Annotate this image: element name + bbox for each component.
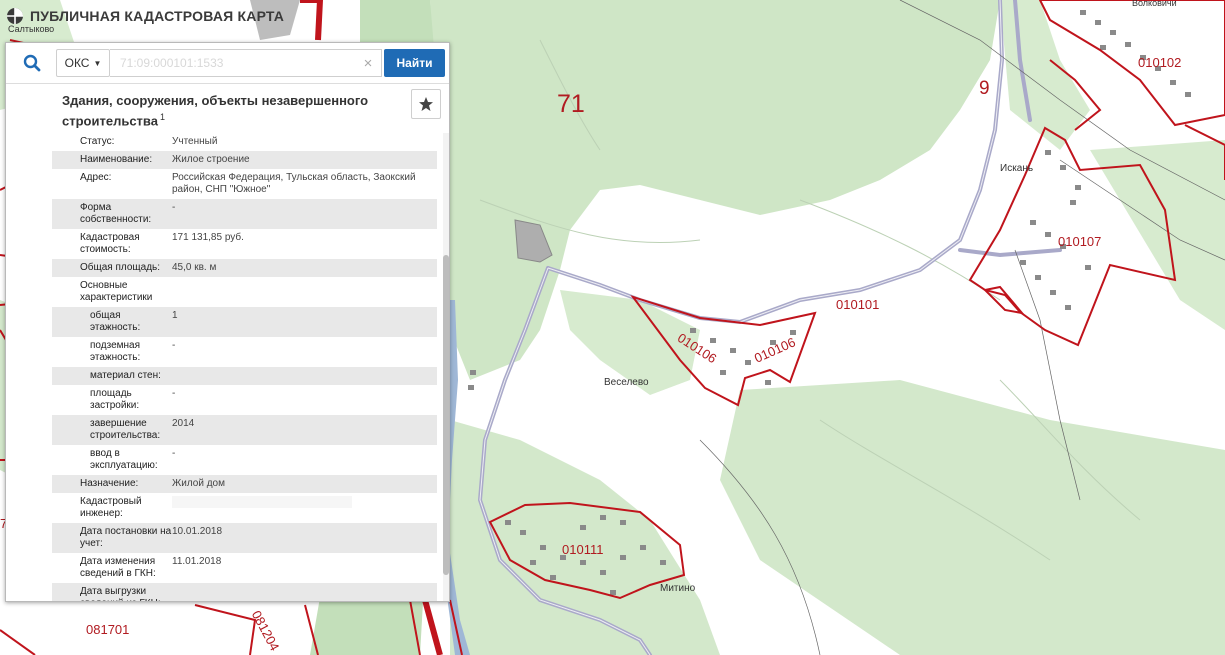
- property-label: Наименование:: [80, 154, 153, 165]
- property-value: Жилое строение: [172, 154, 250, 165]
- property-label: Дата выгрузки сведений из ГКН:: [80, 586, 161, 601]
- quarter-label-010102: 010102: [1138, 55, 1182, 70]
- property-label: Общая площадь:: [80, 262, 161, 273]
- property-value: 45,0 кв. м: [172, 262, 217, 273]
- favorite-button[interactable]: [411, 89, 441, 119]
- property-value: [172, 586, 437, 601]
- quarter-label-010101: 010101: [836, 297, 880, 312]
- property-label: Кадастровая стоимость:: [80, 232, 140, 255]
- property-row: Дата постановки на учет: 10.01.2018: [52, 523, 437, 553]
- property-label: материал стен:: [90, 370, 161, 381]
- property-row: Основные характеристики: [52, 277, 437, 307]
- cadastral-number-input[interactable]: [110, 49, 382, 77]
- properties-table: Статус: Учтенный Наименование: Жилое строен…: [52, 133, 437, 601]
- property-value: 11.01.2018: [172, 556, 222, 567]
- result-title: Здания, сооружения, объекты незавершенно…: [62, 93, 402, 129]
- property-value: Жилой дом: [172, 478, 225, 489]
- property-label: Форма собственности:: [80, 202, 152, 225]
- app-title: ПУБЛИЧНАЯ КАДАСТРОВАЯ КАРТА: [30, 8, 285, 24]
- property-value: -: [172, 388, 176, 399]
- property-label: площадь застройки:: [90, 388, 140, 411]
- property-label: завершение строительства:: [90, 418, 161, 441]
- property-row: ввод в эксплуатацию: -: [52, 445, 437, 475]
- property-value: -: [172, 202, 176, 213]
- property-value: [172, 370, 437, 382]
- place-label-veselevo: Веселево: [604, 377, 649, 388]
- property-row: Кадастровая стоимость: 171 131,85 руб.: [52, 229, 437, 259]
- star-icon: [419, 97, 433, 111]
- find-button[interactable]: Найти: [384, 49, 445, 77]
- property-label: Статус:: [80, 136, 115, 147]
- properties-scrollbar[interactable]: [443, 133, 449, 601]
- property-label: ввод в эксплуатацию:: [90, 448, 158, 471]
- property-row: Форма собственности: -: [52, 199, 437, 229]
- district-label-9: 9: [979, 78, 990, 99]
- property-label: Дата изменения сведений в ГКН:: [80, 556, 156, 579]
- property-row: Наименование: Жилое строение: [52, 151, 437, 169]
- property-label: Назначение:: [80, 478, 139, 489]
- property-label: Основные характеристики: [80, 280, 153, 303]
- property-row: Дата выгрузки сведений из ГКН:: [52, 583, 437, 601]
- property-row: материал стен:: [52, 367, 437, 385]
- clear-icon[interactable]: ×: [358, 53, 378, 73]
- property-value: Российская Федерация, Тульская область, …: [172, 172, 416, 195]
- place-label-iskan: Искань: [1000, 163, 1034, 174]
- quarter-label-010111: 010111: [562, 542, 604, 557]
- property-row: подземная этажность: -: [52, 337, 437, 367]
- property-label: Кадастровый инженер:: [80, 496, 142, 519]
- property-value: 1: [172, 310, 178, 321]
- property-row: Дата изменения сведений в ГКН: 11.01.2018: [52, 553, 437, 583]
- object-info-panel: ОКС ▼ × Найти Здания, сооружения, объект…: [5, 42, 450, 602]
- property-label: Адрес:: [80, 172, 112, 183]
- property-label: подземная этажность:: [90, 340, 141, 363]
- property-value: Учтенный: [172, 136, 218, 147]
- property-value: [172, 496, 437, 520]
- property-value: -: [172, 448, 176, 459]
- property-value: 2014: [172, 418, 195, 429]
- result-footnote: 1: [159, 112, 165, 122]
- property-value: [172, 280, 437, 304]
- district-label-71: 71: [557, 90, 585, 118]
- property-value: 171 131,85 руб.: [172, 232, 244, 243]
- redacted-value: [172, 496, 352, 508]
- quarter-label-010107: 010107: [1058, 234, 1102, 249]
- app-logo-icon: [7, 8, 23, 24]
- property-row: Адрес: Российская Федерация, Тульская обл…: [52, 169, 437, 199]
- property-row: Назначение: Жилой дом: [52, 475, 437, 493]
- property-row: Статус: Учтенный: [52, 133, 437, 151]
- place-label-volkovichi: Волковичи: [1132, 0, 1177, 8]
- chevron-down-icon: ▼: [93, 58, 102, 68]
- property-row: Кадастровый инженер:: [52, 493, 437, 523]
- property-row: площадь застройки: -: [52, 385, 437, 415]
- property-label: Дата постановки на учет:: [80, 526, 172, 549]
- quarter-label-081701-a: 081701: [86, 622, 130, 637]
- property-value: -: [172, 340, 176, 351]
- app-header: ПУБЛИЧНАЯ КАДАСТРОВАЯ КАРТА: [6, 5, 284, 27]
- object-type-value: ОКС: [64, 56, 90, 70]
- search-icon[interactable]: [16, 51, 48, 75]
- property-row: общая этажность: 1: [52, 307, 437, 337]
- result-title-text: Здания, сооружения, объекты незавершенно…: [62, 93, 369, 129]
- property-row: Общая площадь: 45,0 кв. м: [52, 259, 437, 277]
- property-row: завершение строительства: 2014: [52, 415, 437, 445]
- property-label: общая этажность:: [90, 310, 141, 333]
- scroll-thumb[interactable]: [443, 255, 449, 575]
- search-bar: ОКС ▼ × Найти: [6, 43, 449, 84]
- place-label-mitino: Митино: [660, 583, 696, 594]
- property-value: 10.01.2018: [172, 526, 223, 537]
- object-type-select[interactable]: ОКС ▼: [56, 49, 110, 77]
